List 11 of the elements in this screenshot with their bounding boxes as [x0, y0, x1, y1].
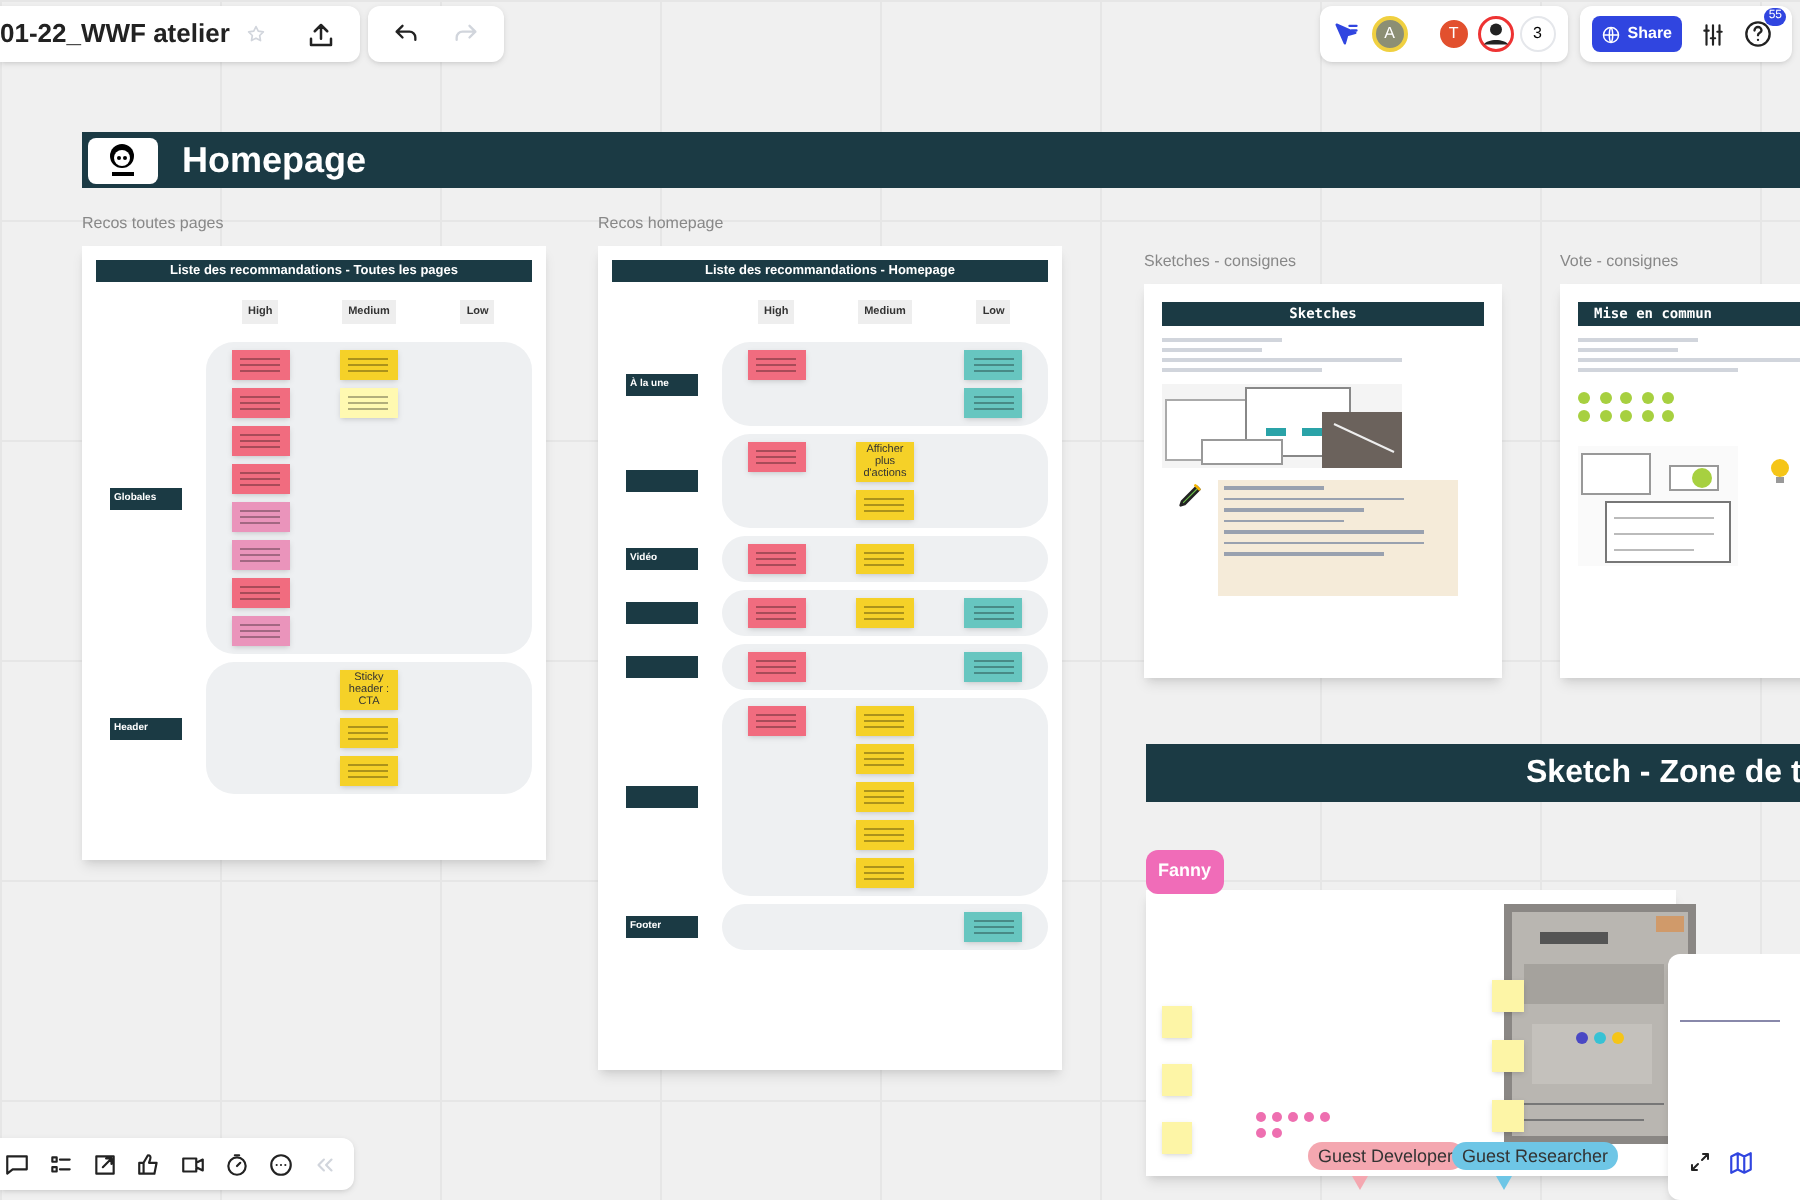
board-title[interactable]: 01-22_WWF atelier — [0, 14, 246, 54]
user-tag: Fanny — [1146, 850, 1224, 893]
frame-label: Sketches - consignes — [1144, 250, 1297, 274]
frame-label: Vote - consignes — [1560, 250, 1679, 274]
cursor-label: Guest Researcher — [1452, 1142, 1619, 1170]
frame-label: Recos toutes pages — [82, 212, 224, 236]
banner-title: Homepage — [182, 137, 367, 184]
frame-label: Recos homepage — [598, 212, 724, 236]
share-button[interactable]: Share — [1591, 16, 1682, 52]
collaborator-count[interactable]: 3 — [1519, 16, 1556, 52]
user-avatar[interactable]: T — [1435, 16, 1472, 52]
